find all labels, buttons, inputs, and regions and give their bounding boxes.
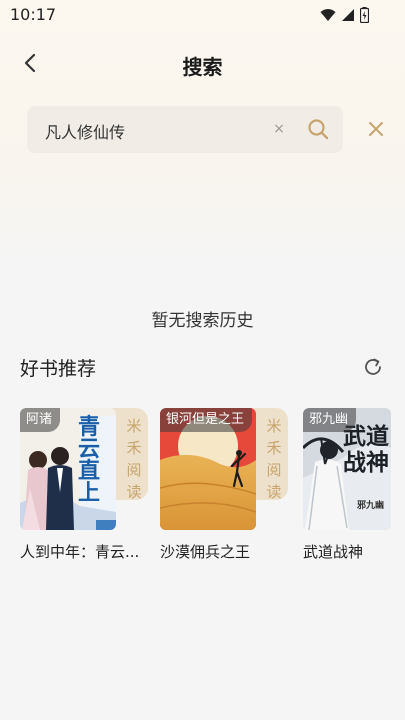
recommend-title: 好书推荐 (20, 358, 97, 380)
book-title[interactable]: 人到中年：青云... (20, 541, 148, 562)
clear-search-button[interactable]: × (271, 120, 287, 138)
book-cover[interactable]: 青云直上 阿诸 (20, 408, 116, 530)
signal-icon (342, 9, 354, 21)
book-cover[interactable]: 武道战神 邪九幽 邪九幽 (303, 408, 391, 530)
status-time: 10:17 (10, 5, 57, 24)
search-input[interactable]: 凡人修仙传 (45, 119, 125, 143)
book-author-tag: 银河但是之王 (160, 408, 253, 432)
status-icons (320, 7, 369, 23)
book-author-tag: 邪九幽 (303, 408, 357, 432)
empty-history-text: 暂无搜索历史 (151, 311, 254, 331)
cover-title-text: 武道战神 (343, 423, 389, 476)
status-bar: 10:17 (0, 0, 405, 30)
book-source-label: 米禾阅读 (266, 417, 282, 501)
book-title[interactable]: 武道战神 (303, 541, 399, 562)
book-title[interactable]: 沙漠佣兵之王 (160, 541, 288, 562)
battery-icon (360, 7, 369, 23)
page-title: 搜索 (182, 55, 223, 79)
close-icon[interactable] (364, 117, 388, 141)
cover-title-text: 青云直上 (78, 414, 101, 506)
cover-author-text: 邪九幽 (357, 501, 385, 511)
book-source-label: 米禾阅读 (126, 417, 142, 501)
search-icon[interactable] (307, 118, 329, 140)
book-cover[interactable]: 银河但是之王 (160, 408, 256, 530)
wifi-icon (320, 9, 336, 21)
nav-bar: 搜索 (0, 40, 405, 88)
search-box[interactable]: 凡人修仙传 × (27, 106, 343, 153)
refresh-icon[interactable] (362, 356, 384, 378)
book-author-tag: 阿诸 (20, 408, 61, 432)
